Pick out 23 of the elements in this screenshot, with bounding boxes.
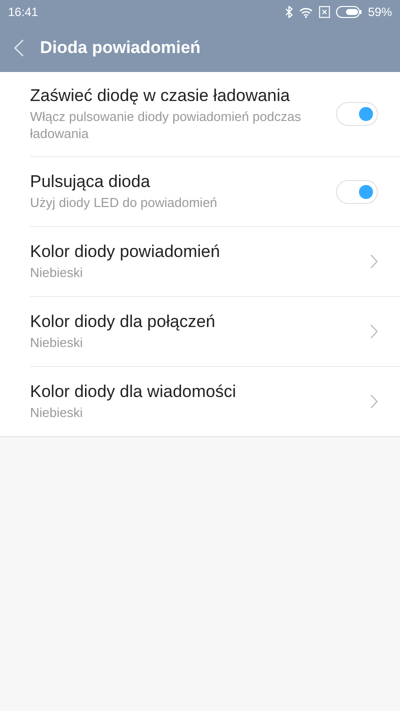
- setting-title[interactable]: Kolor diody powiadomień: [30, 242, 350, 262]
- battery-percent: 59%: [368, 5, 392, 19]
- chevron-icon: [370, 254, 378, 269]
- setting-summary: Włącz pulsowanie diody powiadomień podczas ładowania: [30, 109, 302, 142]
- toggle-switch[interactable]: [336, 102, 378, 126]
- toggle-switch[interactable]: [336, 180, 378, 204]
- setting-title[interactable]: Pulsująca dioda: [30, 172, 316, 192]
- clock: 16:41: [8, 5, 40, 19]
- setting-summary: Niebieski: [30, 264, 84, 282]
- setting-title[interactable]: Kolor diody dla wiadomości: [30, 382, 350, 402]
- wifi-icon: [298, 6, 313, 18]
- setting-summary: Niebieski: [30, 334, 84, 352]
- chevron-icon: [370, 394, 378, 409]
- back-icon[interactable]: [14, 39, 24, 57]
- setting-summary: Użyj diody LED do powiadomień: [30, 194, 218, 212]
- setting-summary: Niebieski: [30, 404, 84, 422]
- chevron-icon: [370, 324, 378, 339]
- setting-title[interactable]: Kolor diody dla połączeń: [30, 312, 350, 332]
- screen-title: Dioda powiadomień: [40, 38, 201, 58]
- bluetooth-icon: [284, 6, 293, 18]
- no-sim-icon: [318, 6, 330, 18]
- setting-title[interactable]: Zaświeć diodę w czasie ładowania: [30, 86, 316, 106]
- battery-icon: [336, 6, 362, 18]
